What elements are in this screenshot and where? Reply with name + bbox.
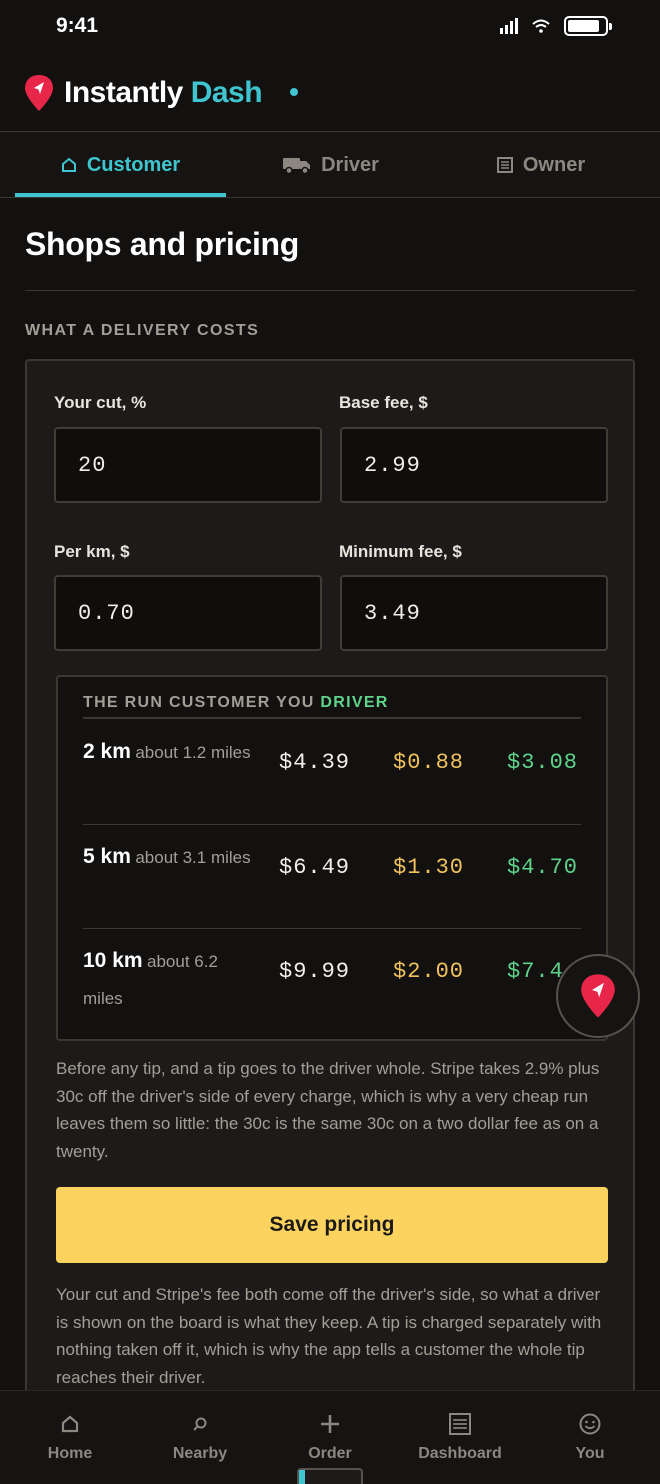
- nav-label: Nearby: [172, 1445, 228, 1462]
- table-row: 2 km about 1.2 miles $4.39 $0.88 $3.08: [83, 720, 581, 824]
- table-row: 10 km about 6.2 miles $9.99 $2.00 $7.4: [83, 928, 581, 1032]
- run-price: $9.99: [279, 959, 351, 984]
- page-title: Shops and pricing: [25, 226, 300, 262]
- example-runs-table: THE RUN CUSTOMER YOU DRIVER 2 km about 1…: [56, 675, 608, 1041]
- app-header: Instantly Dash: [0, 58, 660, 132]
- truck-icon: [283, 158, 311, 174]
- status-icons: [500, 16, 612, 36]
- table-row: 5 km about 3.1 miles $6.49 $1.30 $4.70: [83, 824, 581, 928]
- logo-pin-icon: [25, 75, 53, 111]
- base-fee-label: Base fee, $: [339, 393, 428, 412]
- list-icon: [496, 157, 513, 173]
- brand-part-2: Dash: [190, 76, 263, 109]
- nav-nearby[interactable]: Nearby: [134, 1391, 266, 1484]
- battery-icon: [564, 16, 612, 36]
- active-tab-underline: [15, 193, 226, 197]
- distance-km: 2 km: [83, 740, 131, 763]
- divider: [83, 717, 581, 719]
- search-icon: [187, 1411, 213, 1437]
- tab-driver[interactable]: Driver: [226, 132, 436, 198]
- driver-amount: $3.08: [507, 750, 579, 775]
- minimum-fee-input[interactable]: 3.49: [340, 575, 608, 651]
- nav-you[interactable]: You: [524, 1391, 656, 1484]
- dashboard-icon: [447, 1411, 473, 1437]
- run-price: $4.39: [279, 750, 351, 775]
- your-cut-amount: $2.00: [393, 959, 465, 984]
- brand-part-1: Instantly: [64, 76, 183, 109]
- pricing-card: Your cut, % 20 Base fee, $ 2.99 Per km, …: [25, 359, 635, 1419]
- save-pricing-button[interactable]: Save pricing: [56, 1187, 608, 1263]
- nav-label: Home: [47, 1445, 93, 1462]
- tab-label: Driver: [321, 153, 379, 176]
- run-price: $6.49: [279, 855, 351, 880]
- tab-owner[interactable]: Owner: [436, 132, 646, 198]
- nav-dashboard[interactable]: Dashboard: [394, 1391, 526, 1484]
- distance-km: 10 km: [83, 949, 143, 972]
- examples-header-prefix: THE RUN CUSTOMER YOU: [83, 694, 321, 711]
- nav-label: Dashboard: [418, 1445, 502, 1462]
- home-icon: [61, 157, 76, 172]
- wifi-icon: [532, 19, 550, 33]
- status-bar: 9:41: [0, 0, 660, 58]
- home-indicator: [297, 1468, 363, 1484]
- distance-cell: 5 km about 3.1 miles: [83, 839, 253, 877]
- live-indicator-dot: [290, 88, 298, 96]
- per-km-label: Per km, $: [54, 542, 130, 561]
- locate-fab-button[interactable]: [556, 954, 640, 1038]
- distance-cell: 2 km about 1.2 miles: [83, 734, 253, 772]
- status-time: 9:41: [56, 14, 99, 37]
- distance-miles: about 3.1 miles: [135, 848, 251, 867]
- driver-amount: $7.4: [507, 959, 564, 984]
- cut-note: Your cut and Stripe's fee both come off …: [56, 1285, 602, 1387]
- base-fee-input[interactable]: 2.99: [340, 427, 608, 503]
- tab-label: Customer: [86, 153, 181, 176]
- home-icon: [57, 1411, 83, 1437]
- nav-home[interactable]: Home: [4, 1391, 136, 1484]
- brand-name: Instantly Dash: [64, 76, 263, 110]
- distance-cell: 10 km about 6.2 miles: [83, 943, 253, 1018]
- nav-label: Order: [308, 1445, 352, 1462]
- location-pin-icon: [581, 974, 615, 1018]
- tab-customer[interactable]: Customer: [15, 132, 226, 198]
- signal-icon: [500, 18, 518, 34]
- nav-label: You: [575, 1445, 605, 1462]
- plus-icon: [317, 1411, 343, 1437]
- tip-note: Before any tip, and a tip goes to the dr…: [56, 1059, 600, 1161]
- distance-miles: about 1.2 miles: [135, 743, 251, 762]
- your-cut-amount: $1.30: [393, 855, 465, 880]
- section-label: WHAT A DELIVERY COSTS: [25, 322, 260, 339]
- driver-amount: $4.70: [507, 855, 579, 880]
- minimum-fee-label: Minimum fee, $: [339, 542, 462, 561]
- your-cut-amount: $0.88: [393, 750, 465, 775]
- per-km-input[interactable]: 0.70: [54, 575, 322, 651]
- role-tabs: Customer Driver Owner: [0, 132, 660, 198]
- examples-header: THE RUN CUSTOMER YOU DRIVER: [83, 694, 389, 712]
- tab-label: Owner: [522, 153, 586, 176]
- cut-input[interactable]: 20: [54, 427, 322, 503]
- divider: [25, 290, 635, 291]
- cut-label: Your cut, %: [54, 393, 147, 412]
- distance-km: 5 km: [83, 845, 131, 868]
- smiley-icon: [577, 1411, 603, 1437]
- examples-header-driver: DRIVER: [320, 694, 389, 711]
